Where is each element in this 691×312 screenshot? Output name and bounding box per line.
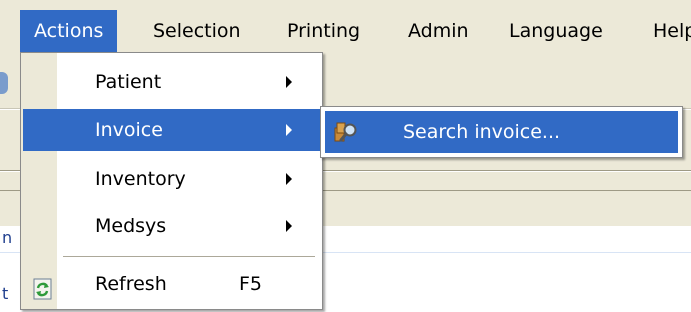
menu-item-invoice[interactable]: Invoice [23, 109, 320, 151]
actions-dropdown-menu: Patient Invoice Inventory Medsys Refresh… [20, 52, 323, 310]
menu-item-label: Refresh [95, 273, 167, 295]
menu-item-label: Inventory [95, 168, 186, 190]
invoice-submenu: Search invoice... [320, 106, 683, 158]
menu-item-label: Medsys [95, 215, 167, 237]
menu-selection[interactable]: Selection [139, 10, 255, 52]
menu-help[interactable]: Help [639, 10, 691, 52]
menu-admin[interactable]: Admin [394, 10, 483, 52]
menu-item-inventory[interactable]: Inventory [23, 158, 320, 200]
submenu-arrow-icon [286, 124, 292, 136]
toolbar-icon-fragment [0, 72, 8, 94]
submenu-arrow-icon [286, 173, 292, 185]
menu-item-label: Patient [95, 71, 162, 93]
menu-item-refresh[interactable]: Refresh F5 [23, 263, 320, 305]
menu-item-label: Invoice [95, 119, 163, 141]
menu-actions[interactable]: Actions [20, 10, 118, 52]
menu-language[interactable]: Language [495, 10, 617, 52]
menu-item-label: Search invoice... [403, 121, 561, 143]
menu-bar: Actions Selection Printing Admin Languag… [0, 0, 691, 58]
search-invoice-icon [333, 119, 359, 145]
refresh-icon [33, 273, 53, 300]
shortcut-label: F5 [239, 273, 263, 295]
menu-separator [63, 256, 315, 257]
menu-printing[interactable]: Printing [273, 10, 374, 52]
menu-item-patient[interactable]: Patient [23, 61, 320, 103]
background-text-fragment: n [2, 228, 13, 247]
background-text-fragment: t [2, 284, 9, 303]
submenu-arrow-icon [286, 220, 292, 232]
submenu-arrow-icon [286, 76, 292, 88]
menu-item-search-invoice[interactable]: Search invoice... [325, 111, 678, 153]
application-window: Actions Selection Printing Admin Languag… [0, 0, 691, 312]
menu-item-medsys[interactable]: Medsys [23, 205, 320, 247]
